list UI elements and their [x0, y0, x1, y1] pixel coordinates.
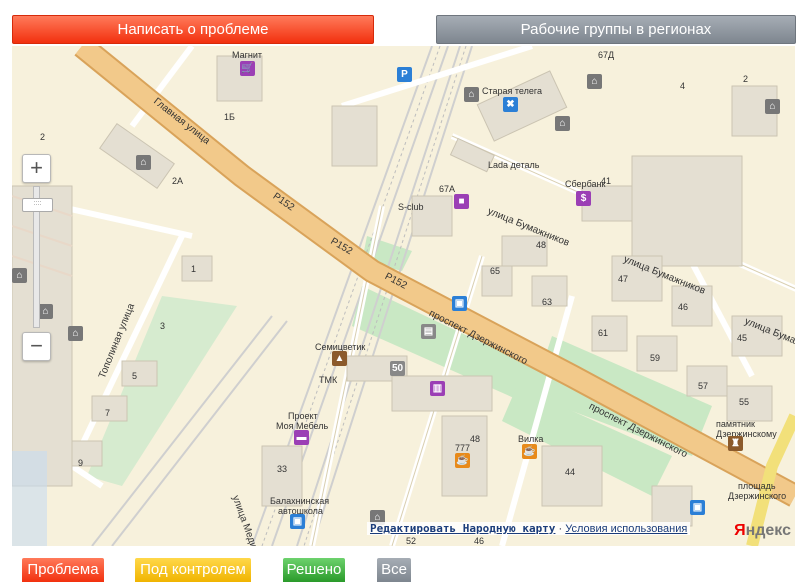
map-footer-links: Редактировать Народную карту · Условия и…: [367, 522, 691, 535]
house-number: 67А: [439, 184, 456, 194]
filter-control-button[interactable]: Под контролем: [135, 558, 251, 582]
map[interactable]: Главная улица Р152 Р152 Р152 улица Бумаж…: [12, 46, 795, 546]
parking-icon[interactable]: P: [397, 67, 412, 82]
house-number: 48: [536, 240, 547, 250]
place-label: Балахнинская: [270, 496, 330, 506]
house-number: 46: [678, 302, 689, 312]
house-number: 1: [191, 264, 197, 274]
place-label: Вилка: [518, 434, 544, 444]
house-number: 59: [650, 353, 661, 363]
tools-icon[interactable]: ✖: [503, 97, 518, 112]
garage-icon[interactable]: ⌂: [555, 116, 570, 131]
education-icon[interactable]: ▲: [332, 351, 347, 366]
monument-icon[interactable]: ♜: [728, 436, 743, 451]
shop-bag-icon[interactable]: ■: [454, 194, 469, 209]
place-label: Магнит: [232, 50, 263, 60]
house-number: 777: [455, 443, 471, 453]
house-number: 1Б: [224, 112, 235, 122]
yandex-logo[interactable]: Яндекс: [734, 522, 791, 540]
house-number: 4: [680, 81, 686, 91]
house-number: 9: [78, 458, 84, 468]
house-number: 41: [601, 176, 612, 186]
map-canvas: [12, 46, 795, 546]
place-label: Дзержинскому: [716, 429, 777, 439]
zoom-slider-handle[interactable]: ::::: [22, 198, 53, 212]
house-number: 2А: [172, 176, 184, 186]
place-label: площадь: [738, 481, 776, 491]
house-number: 7: [105, 408, 111, 418]
house-number: 61: [598, 328, 609, 338]
house-number: 44: [565, 467, 576, 477]
house-number: 2: [40, 132, 46, 142]
office-icon[interactable]: ▤: [421, 324, 436, 339]
garage-icon[interactable]: ⌂: [38, 304, 53, 319]
book-shop-icon[interactable]: ▥: [430, 381, 445, 396]
bus-stop-icon[interactable]: ▣: [452, 296, 467, 311]
cafe-icon[interactable]: ☕: [455, 453, 470, 468]
house-number: 63: [542, 297, 553, 307]
regional-groups-button[interactable]: Рабочие группы в регионах: [436, 15, 796, 44]
edit-map-link[interactable]: Редактировать Народную карту: [370, 522, 555, 535]
filter-all-button[interactable]: Все: [377, 558, 411, 582]
footer-separator: ·: [558, 523, 563, 535]
house-number: 46: [474, 536, 485, 546]
place-label: Сбербанк: [565, 179, 606, 189]
water-area: [12, 451, 47, 546]
house-number: 33: [277, 464, 288, 474]
house-number: 47: [618, 274, 629, 284]
bus-stop-icon[interactable]: ▣: [690, 500, 705, 515]
house-number: 67Д: [598, 50, 615, 60]
filter-problem-button[interactable]: Проблема: [22, 558, 104, 582]
filter-solved-button[interactable]: Решено: [283, 558, 345, 582]
garage-icon[interactable]: ⌂: [12, 268, 27, 283]
restaurant-icon[interactable]: ☕: [522, 444, 537, 459]
garage-icon[interactable]: ⌂: [464, 87, 479, 102]
house-number: 48: [470, 434, 481, 444]
zoom-out-button[interactable]: −: [22, 332, 51, 361]
house-number: 55: [739, 397, 750, 407]
furniture-shop-icon[interactable]: ▬: [294, 430, 309, 445]
garage-icon[interactable]: ⌂: [765, 99, 780, 114]
zoom-in-button[interactable]: +: [22, 154, 51, 183]
terms-link[interactable]: Условия использования: [565, 523, 687, 535]
house-number: 57: [698, 381, 709, 391]
place-label: Lada деталь: [488, 160, 540, 170]
place-label: Дзержинского: [728, 491, 787, 501]
house-number: 5: [132, 371, 138, 381]
garage-icon[interactable]: ⌂: [587, 74, 602, 89]
garage-icon[interactable]: ⌂: [136, 155, 151, 170]
house-number: 2: [743, 74, 749, 84]
shopping-cart-icon[interactable]: 🛒: [240, 61, 255, 76]
place-label: Проект: [288, 411, 318, 421]
house-number: 65: [490, 266, 501, 276]
place-label: S-club: [398, 202, 424, 212]
speed-limit-icon[interactable]: 50: [390, 361, 405, 376]
house-number: 3: [160, 321, 166, 331]
bus-icon[interactable]: ▣: [290, 514, 305, 529]
report-problem-button[interactable]: Написать о проблеме: [12, 15, 374, 44]
house-number: 45: [737, 333, 748, 343]
place-label: памятник: [716, 419, 755, 429]
place-label: Старая телега: [482, 86, 542, 96]
house-number: 52: [406, 536, 417, 546]
place-label: ТМК: [319, 375, 338, 385]
garage-icon[interactable]: ⌂: [68, 326, 83, 341]
bank-dollar-icon[interactable]: $: [576, 191, 591, 206]
